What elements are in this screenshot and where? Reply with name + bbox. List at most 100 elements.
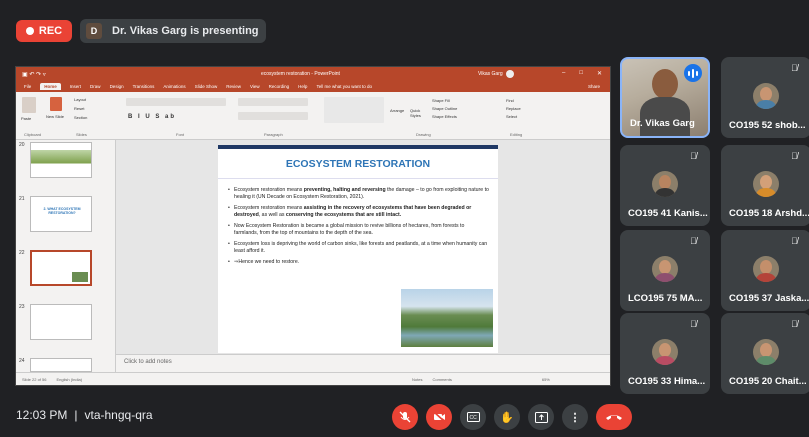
ppt-window-title: ecosystem restoration - PowerPoint xyxy=(261,71,340,77)
comments-toggle: Comments xyxy=(432,376,452,382)
quick-styles-label: Quick Styles xyxy=(410,108,421,118)
present-icon xyxy=(534,411,548,423)
avatar xyxy=(753,83,779,109)
info-separator: | xyxy=(74,408,78,422)
bullet-bold: conserving the ecosystems that are still… xyxy=(285,211,402,218)
shape-effects-label: Shape Effects xyxy=(432,114,457,119)
avatar xyxy=(652,339,678,365)
avatar xyxy=(753,339,779,365)
tab-insert: Insert xyxy=(69,84,82,89)
participant-tile[interactable]: 🎙̸ CO195 37 Jaska... xyxy=(721,230,809,311)
participant-tile[interactable]: 🎙̸ CO195 41 Kanis... xyxy=(620,145,710,226)
arrange-label: Arrange xyxy=(390,108,405,113)
tab-file: File xyxy=(24,84,32,89)
record-dot-icon xyxy=(25,27,34,35)
mic-off-icon: 🎙̸ xyxy=(690,319,697,329)
captions-button[interactable]: CC xyxy=(460,404,486,430)
bullet-3: Now Ecosystem Restoration is became a gl… xyxy=(228,223,490,236)
meeting-time: 12:03 PM xyxy=(16,408,68,422)
bullet-2: Ecosystem restoration means assisting in… xyxy=(228,205,490,218)
mic-off-icon xyxy=(399,411,411,423)
presenter-body xyxy=(640,97,690,136)
tab-design: Design xyxy=(109,84,124,89)
meeting-info: 12:03 PM | vta-hngq-qra xyxy=(16,408,153,422)
slide-bullets: Ecosystem restoration means preventing, … xyxy=(228,187,490,271)
present-button[interactable] xyxy=(528,404,554,430)
tab-review: Review xyxy=(226,84,241,89)
thumb-number: 23 xyxy=(19,304,25,310)
bullet-1: Ecosystem restoration means preventing, … xyxy=(228,187,490,200)
group-paragraph: Paragraph xyxy=(264,132,283,137)
presenting-banner: D Dr. Vikas Garg is presenting xyxy=(80,19,266,43)
group-font: Font xyxy=(176,132,185,137)
select-label: Select xyxy=(506,114,518,119)
tab-home: Home xyxy=(40,83,61,90)
thumb-number: 21 xyxy=(19,196,25,202)
meeting-code[interactable]: vta-hngq-qra xyxy=(85,408,153,422)
paste-icon xyxy=(22,97,36,113)
notes-toggle: Notes xyxy=(412,376,423,382)
tab-transitions: Transitions xyxy=(132,84,155,89)
close-icon: ✕ xyxy=(596,71,602,77)
avatar xyxy=(652,256,678,282)
participant-tile-presenter[interactable]: Dr. Vikas Garg xyxy=(620,57,710,138)
ppt-status-bar: Slide 22 of 56 English (India) Notes Com… xyxy=(16,372,610,385)
tab-view: View xyxy=(249,84,260,89)
bullet-bold: preventing, halting and reversing xyxy=(303,187,386,193)
group-editing: Editing xyxy=(510,132,523,137)
group-slides: Slides xyxy=(76,132,87,137)
window-controls: – □ ✕ xyxy=(562,70,602,77)
participant-tile[interactable]: 🎙̸ CO195 33 Hima... xyxy=(620,313,710,394)
mic-off-icon: 🎙̸ xyxy=(791,236,798,246)
avatar xyxy=(652,171,678,197)
paragraph-tools-2 xyxy=(238,112,308,120)
thumb-number: 22 xyxy=(19,250,25,256)
group-drawing: Drawing xyxy=(416,132,431,137)
captions-icon: CC xyxy=(466,412,480,422)
speaking-indicator-icon xyxy=(684,64,702,82)
mic-off-icon: 🎙̸ xyxy=(791,63,798,73)
mic-toggle-button[interactable] xyxy=(392,404,418,430)
slide-counter: Slide 22 of 56 xyxy=(22,376,47,382)
current-slide: ECOSYSTEM RESTORATION Ecosystem restorat… xyxy=(218,145,498,353)
ppt-ribbon: Paste New Slide Layout Reset Section B I… xyxy=(16,92,610,140)
end-call-button[interactable] xyxy=(596,404,632,430)
paste-label: Paste xyxy=(21,116,32,121)
slide-thumb-24 xyxy=(30,358,92,372)
hang-up-icon xyxy=(606,415,622,420)
participant-tile[interactable]: 🎙̸ CO195 18 Arshd... xyxy=(721,145,809,226)
raise-hand-button[interactable]: ✋ xyxy=(494,404,520,430)
participant-tile[interactable]: 🎙̸ LCO195 75 MA... xyxy=(620,230,710,311)
participant-name: CO195 33 Hima... xyxy=(628,376,706,387)
replace-label: Replace xyxy=(506,106,521,111)
camera-toggle-button[interactable] xyxy=(426,404,452,430)
tab-slide-show: Slide Show xyxy=(194,84,218,89)
font-name-box xyxy=(126,98,226,106)
slide-thumb-20 xyxy=(30,142,92,178)
meet-window: REC D Dr. Vikas Garg is presenting ▣ ↶ ↷… xyxy=(0,0,809,437)
mic-off-icon: 🎙̸ xyxy=(791,151,798,161)
presenter-head xyxy=(652,69,678,99)
participant-tile[interactable]: 🎙̸ CO195 20 Chait... xyxy=(721,313,809,394)
ppt-workspace: 20 21 2. WHAT ECOSYSTEM RESTORATION? 22 … xyxy=(16,140,610,374)
mic-off-icon: 🎙̸ xyxy=(791,319,798,329)
rec-label: REC xyxy=(38,25,63,37)
minimize-icon: – xyxy=(562,70,566,76)
mic-off-icon: 🎙̸ xyxy=(690,236,697,246)
participant-tile[interactable]: 🎙̸ CO195 52 shob... xyxy=(721,57,809,138)
recording-badge: REC xyxy=(16,20,72,42)
shapes-gallery xyxy=(324,97,384,123)
participant-name: CO195 37 Jaska... xyxy=(729,293,809,304)
slide-thumb-22 xyxy=(30,250,92,286)
language: English (India) xyxy=(56,376,83,382)
new-slide-label: New Slide xyxy=(46,114,65,119)
thumb-text: 2. WHAT ECOSYSTEM RESTORATION? xyxy=(43,207,81,215)
participant-name: CO195 18 Arshd... xyxy=(729,208,809,219)
avatar xyxy=(753,171,779,197)
shape-fill-label: Shape Fill xyxy=(432,98,450,103)
more-options-button[interactable]: ⋮ xyxy=(562,404,588,430)
layout-label: Layout xyxy=(74,97,87,102)
notes-pane: Click to add notes xyxy=(116,354,610,374)
tab-recording: Recording xyxy=(268,84,290,89)
participant-name: LCO195 75 MA... xyxy=(628,293,703,304)
